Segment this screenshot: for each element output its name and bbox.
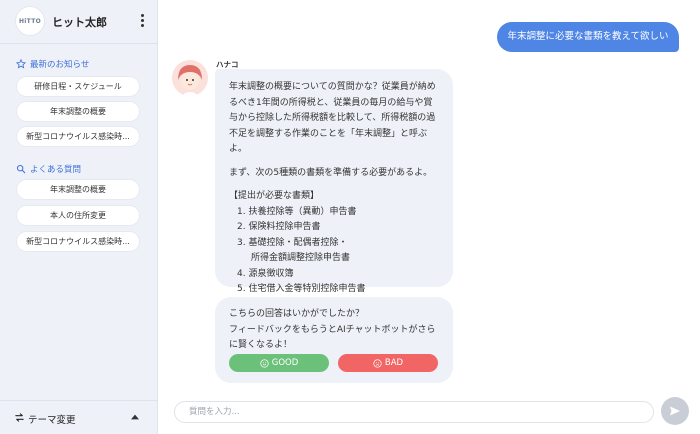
username: ヒット太郎 bbox=[52, 16, 107, 29]
bot-avatar bbox=[172, 60, 208, 96]
document-item: 3. 基礎控除・配偶者控除・ bbox=[237, 237, 348, 248]
frown-icon bbox=[373, 358, 382, 368]
smile-icon bbox=[260, 358, 269, 368]
send-icon bbox=[670, 406, 680, 416]
theme-switcher[interactable]: テーマ変更 bbox=[0, 400, 158, 434]
faq-item[interactable]: 本人の住所変更 bbox=[17, 206, 139, 225]
feedback-note: フィードバックをもらうとAIチャットボットがさらに賢くなるよ！ bbox=[229, 324, 436, 351]
kebab-menu-icon[interactable] bbox=[138, 12, 148, 30]
bot-intro: 年末調整の概要についての質問かな？従業員が納めるべき1年間の所得税と、従業員の毎… bbox=[229, 82, 436, 154]
news-item[interactable]: 新型コロナウイルス感染時... bbox=[17, 127, 139, 146]
user-message: 年末調整に必要な書類を教えて欲しい bbox=[497, 22, 679, 52]
bad-label: BAD bbox=[384, 358, 404, 368]
faq-item[interactable]: 新型コロナウイルス感染時... bbox=[17, 232, 139, 251]
chevron-up-icon bbox=[131, 414, 139, 420]
bot-lead: まず、次の5種類の書類を準備する必要があるよ。 bbox=[229, 167, 433, 178]
document-item: 1. 扶養控除等（異動）申告書 bbox=[237, 206, 357, 217]
good-button[interactable]: GOOD bbox=[229, 354, 329, 372]
faq-item[interactable]: 年末調整の概要 bbox=[17, 180, 139, 199]
bad-button[interactable]: BAD bbox=[338, 354, 438, 372]
faq-title: よくある質問 bbox=[30, 165, 82, 175]
document-item: 4. 源泉徴収簿 bbox=[237, 268, 294, 279]
logo: HiTTO bbox=[15, 6, 45, 36]
document-item: 2. 保険料控除申告書 bbox=[237, 222, 321, 232]
feedback-question: こちらの回答はいかがでしたか？ bbox=[229, 309, 365, 319]
good-label: GOOD bbox=[271, 358, 299, 368]
feedback-bubble: こちらの回答はいかがでしたか？ フィードバックをもらうとAIチャットボットがさら… bbox=[215, 297, 453, 383]
document-item: 5. 住宅借入金等特別控除申告書 bbox=[237, 284, 366, 294]
search-icon bbox=[16, 164, 26, 174]
news-title: 最新のお知らせ bbox=[30, 60, 90, 70]
theme-label: テーマ変更 bbox=[28, 415, 76, 426]
bot-answer-bubble: 年末調整の概要についての質問かな？従業員が納めるべき1年間の所得税と、従業員の毎… bbox=[215, 69, 453, 294]
sidebar-header: HiTTO ヒット太郎 bbox=[0, 0, 158, 44]
faq-section-title: よくある質問 bbox=[16, 163, 81, 175]
question-input[interactable] bbox=[174, 401, 654, 423]
swap-icon bbox=[15, 413, 24, 422]
news-section-title: 最新のお知らせ bbox=[16, 58, 89, 70]
news-item[interactable]: 年末調整の概要 bbox=[17, 102, 139, 121]
list-title: 【提出が必要な書類】 bbox=[229, 191, 320, 201]
star-icon bbox=[16, 59, 26, 69]
news-item[interactable]: 研修日程・スケジュール bbox=[17, 77, 139, 96]
document-item: 所得金額調整控除申告書 bbox=[251, 253, 351, 263]
send-button[interactable] bbox=[661, 397, 689, 425]
sidebar: HiTTO ヒット太郎 最新のお知らせ 研修日程・スケジュール 年末調整の概要 … bbox=[0, 0, 158, 434]
